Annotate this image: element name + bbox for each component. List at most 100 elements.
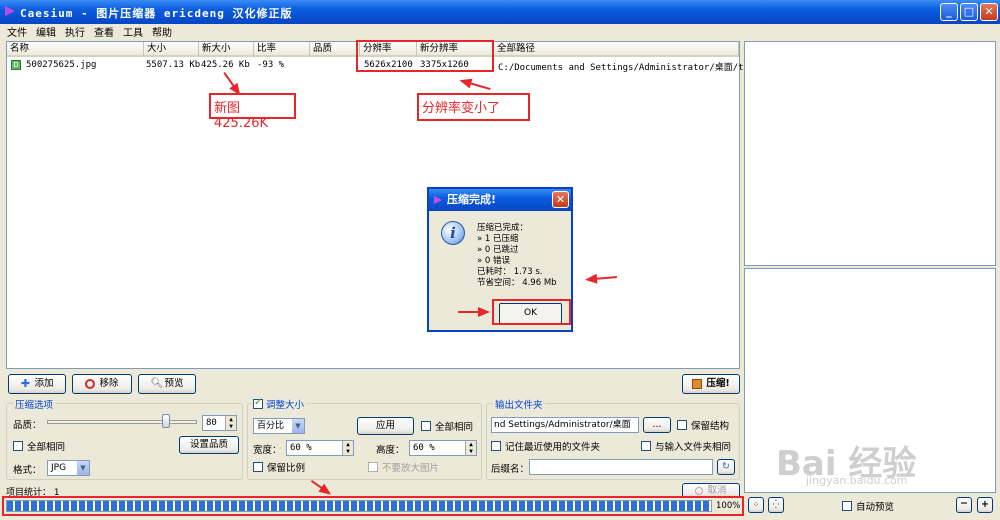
resize-enable-checkbox[interactable]: [253, 397, 263, 409]
same-as-input-checkbox[interactable]: [641, 441, 651, 451]
remove-icon: [85, 378, 96, 389]
resize-same-checkbox[interactable]: [421, 421, 431, 431]
set-quality-button[interactable]: 设置品质: [179, 436, 239, 454]
spinner-arrows-icon[interactable]: ▲ ▼: [225, 416, 236, 430]
zoom-out-icon[interactable]: −: [956, 497, 972, 513]
menu-view[interactable]: 查看: [94, 24, 114, 39]
quality-slider[interactable]: [47, 414, 197, 428]
cell-size: 5507.13 Kb: [146, 60, 201, 70]
keep-ratio-checkbox[interactable]: [253, 462, 263, 472]
keep-ratio-label: 保留比例: [267, 463, 306, 474]
annotation-resolution: 分辨率变小了: [417, 93, 530, 121]
fit-view-icon[interactable]: ⁘: [748, 497, 764, 513]
app-logo-icon: [5, 6, 15, 16]
chevron-down-icon[interactable]: ▼: [76, 461, 89, 475]
compression-options-group: 压缩选项 品质： 80 ▲ ▼ 全部相同 设置品质 格式： JPG ▼: [6, 397, 243, 480]
preview-button[interactable]: 🔍︎预览: [138, 374, 196, 394]
image-file-icon: D: [11, 60, 21, 70]
watermark-url: jingyan.baidu.com: [806, 474, 908, 487]
format-select[interactable]: JPG ▼: [47, 460, 90, 476]
quality-same-label: 全部相同: [27, 442, 66, 453]
column-quality[interactable]: 品质: [310, 42, 360, 57]
output-folder-title: 输出文件夹: [493, 397, 545, 411]
resize-same-label: 全部相同: [435, 422, 474, 433]
quality-same-checkbox[interactable]: [13, 441, 23, 451]
quality-slider-thumb[interactable]: [162, 414, 171, 428]
menu-tools[interactable]: 工具: [123, 24, 143, 39]
cancel-icon: [695, 486, 704, 495]
output-folder-group: 输出文件夹 nd Settings/Administrator/桌面 ... 保…: [486, 397, 740, 480]
suffix-input[interactable]: [529, 459, 713, 475]
width-label: 宽度：: [253, 445, 282, 456]
menu-edit[interactable]: 编辑: [36, 24, 56, 39]
add-button[interactable]: ✚ 添加: [8, 374, 66, 394]
progress-fill: [7, 501, 711, 511]
height-spinner[interactable]: 60 % ▲ ▼: [409, 440, 477, 456]
same-as-input-label: 与输入文件夹相同: [655, 442, 732, 453]
resize-mode-select[interactable]: 百分比 ▼: [253, 418, 305, 434]
format-label: 格式：: [13, 465, 42, 476]
dialog-line: 节省空间： 4.96 Mb: [477, 278, 557, 288]
menu-help[interactable]: 帮助: [152, 24, 172, 39]
menu-run[interactable]: 执行: [65, 24, 85, 39]
remember-folder-checkbox[interactable]: [491, 441, 501, 451]
suffix-label: 后缀名：: [491, 464, 530, 475]
compress-button[interactable]: 压缩!: [682, 374, 740, 394]
cell-name: 500275625.jpg: [26, 60, 97, 70]
maximize-button[interactable]: □: [960, 3, 978, 21]
spinner-arrows-icon[interactable]: ▲ ▼: [465, 441, 476, 455]
magnifier-icon: 🔍︎: [150, 377, 164, 389]
column-full-path[interactable]: 全部路径: [494, 42, 739, 57]
dialog-close-button[interactable]: ✕: [552, 191, 569, 208]
ok-highlight: [492, 299, 571, 325]
actual-size-icon[interactable]: ⁛: [768, 497, 784, 513]
menu-bar: 文件 编辑 执行 查看 工具 帮助: [0, 24, 1000, 39]
keep-structure-checkbox[interactable]: [677, 420, 687, 430]
cell-new-size: 425.26 Kb: [201, 60, 250, 70]
apply-button[interactable]: 应用: [357, 417, 414, 435]
menu-file[interactable]: 文件: [7, 24, 27, 39]
column-ratio[interactable]: 比率: [254, 42, 310, 57]
auto-preview-label: 自动预览: [856, 502, 895, 513]
close-button[interactable]: ✕: [980, 3, 998, 21]
auto-preview-checkbox[interactable]: [842, 501, 852, 511]
resize-group: 调整大小 百分比 ▼ 应用 全部相同 宽度： 60 % ▲▼ 高度： 60 % …: [247, 397, 482, 480]
cell-path: C:/Documents and Settings/Administrator/…: [498, 63, 755, 73]
width-spinner[interactable]: 60 % ▲ ▼: [286, 440, 354, 456]
add-icon: ✚: [20, 376, 31, 390]
annotation-new-size: 新图425.26K: [209, 93, 296, 131]
quality-label: 品质：: [13, 420, 42, 431]
remember-folder-label: 记住最近使用的文件夹: [505, 442, 601, 453]
output-path-input[interactable]: nd Settings/Administrator/桌面: [491, 417, 639, 433]
info-icon: i: [441, 221, 465, 245]
remove-button[interactable]: 移除: [72, 374, 132, 394]
browse-button[interactable]: ...: [643, 417, 671, 433]
progress-bar: [6, 500, 712, 512]
no-enlarge-checkbox[interactable]: [368, 462, 378, 472]
height-label: 高度：: [376, 445, 405, 456]
resolution-highlight: [356, 40, 494, 72]
column-size[interactable]: 大小: [144, 42, 199, 57]
chevron-down-icon[interactable]: ▼: [291, 419, 304, 433]
no-enlarge-label: 不要放大图片: [382, 463, 440, 474]
cell-ratio: -93 %: [257, 60, 285, 70]
preview-original[interactable]: [744, 41, 996, 266]
title-bar[interactable]: Caesium - 图片压缩器 ericdeng 汉化修正版 _ □ ✕: [0, 0, 1000, 24]
compress-icon: [692, 378, 703, 389]
zoom-in-icon[interactable]: +: [977, 497, 993, 513]
minimize-button[interactable]: _: [940, 3, 958, 21]
column-new-size[interactable]: 新大小: [199, 42, 254, 57]
refresh-icon[interactable]: ↻: [717, 459, 735, 475]
file-list[interactable]: 名称 大小 新大小 比率 品质 分辨率 新分辨率 全部路径 D 50027562…: [6, 41, 754, 369]
column-name[interactable]: 名称: [7, 42, 144, 57]
progress-text: 100%: [716, 501, 741, 511]
annotation-arrow-4: [458, 307, 490, 317]
dialog-title: 压缩完成!: [429, 189, 571, 211]
spinner-arrows-icon[interactable]: ▲ ▼: [342, 441, 353, 455]
annotation-arrow-5: [310, 480, 331, 495]
quality-spinner[interactable]: 80 ▲ ▼: [202, 415, 237, 431]
keep-structure-label: 保留结构: [691, 421, 730, 432]
app-logo-icon: [433, 195, 443, 205]
compression-options-title: 压缩选项: [13, 397, 56, 411]
window-title: Caesium - 图片压缩器 ericdeng 汉化修正版: [20, 7, 293, 20]
